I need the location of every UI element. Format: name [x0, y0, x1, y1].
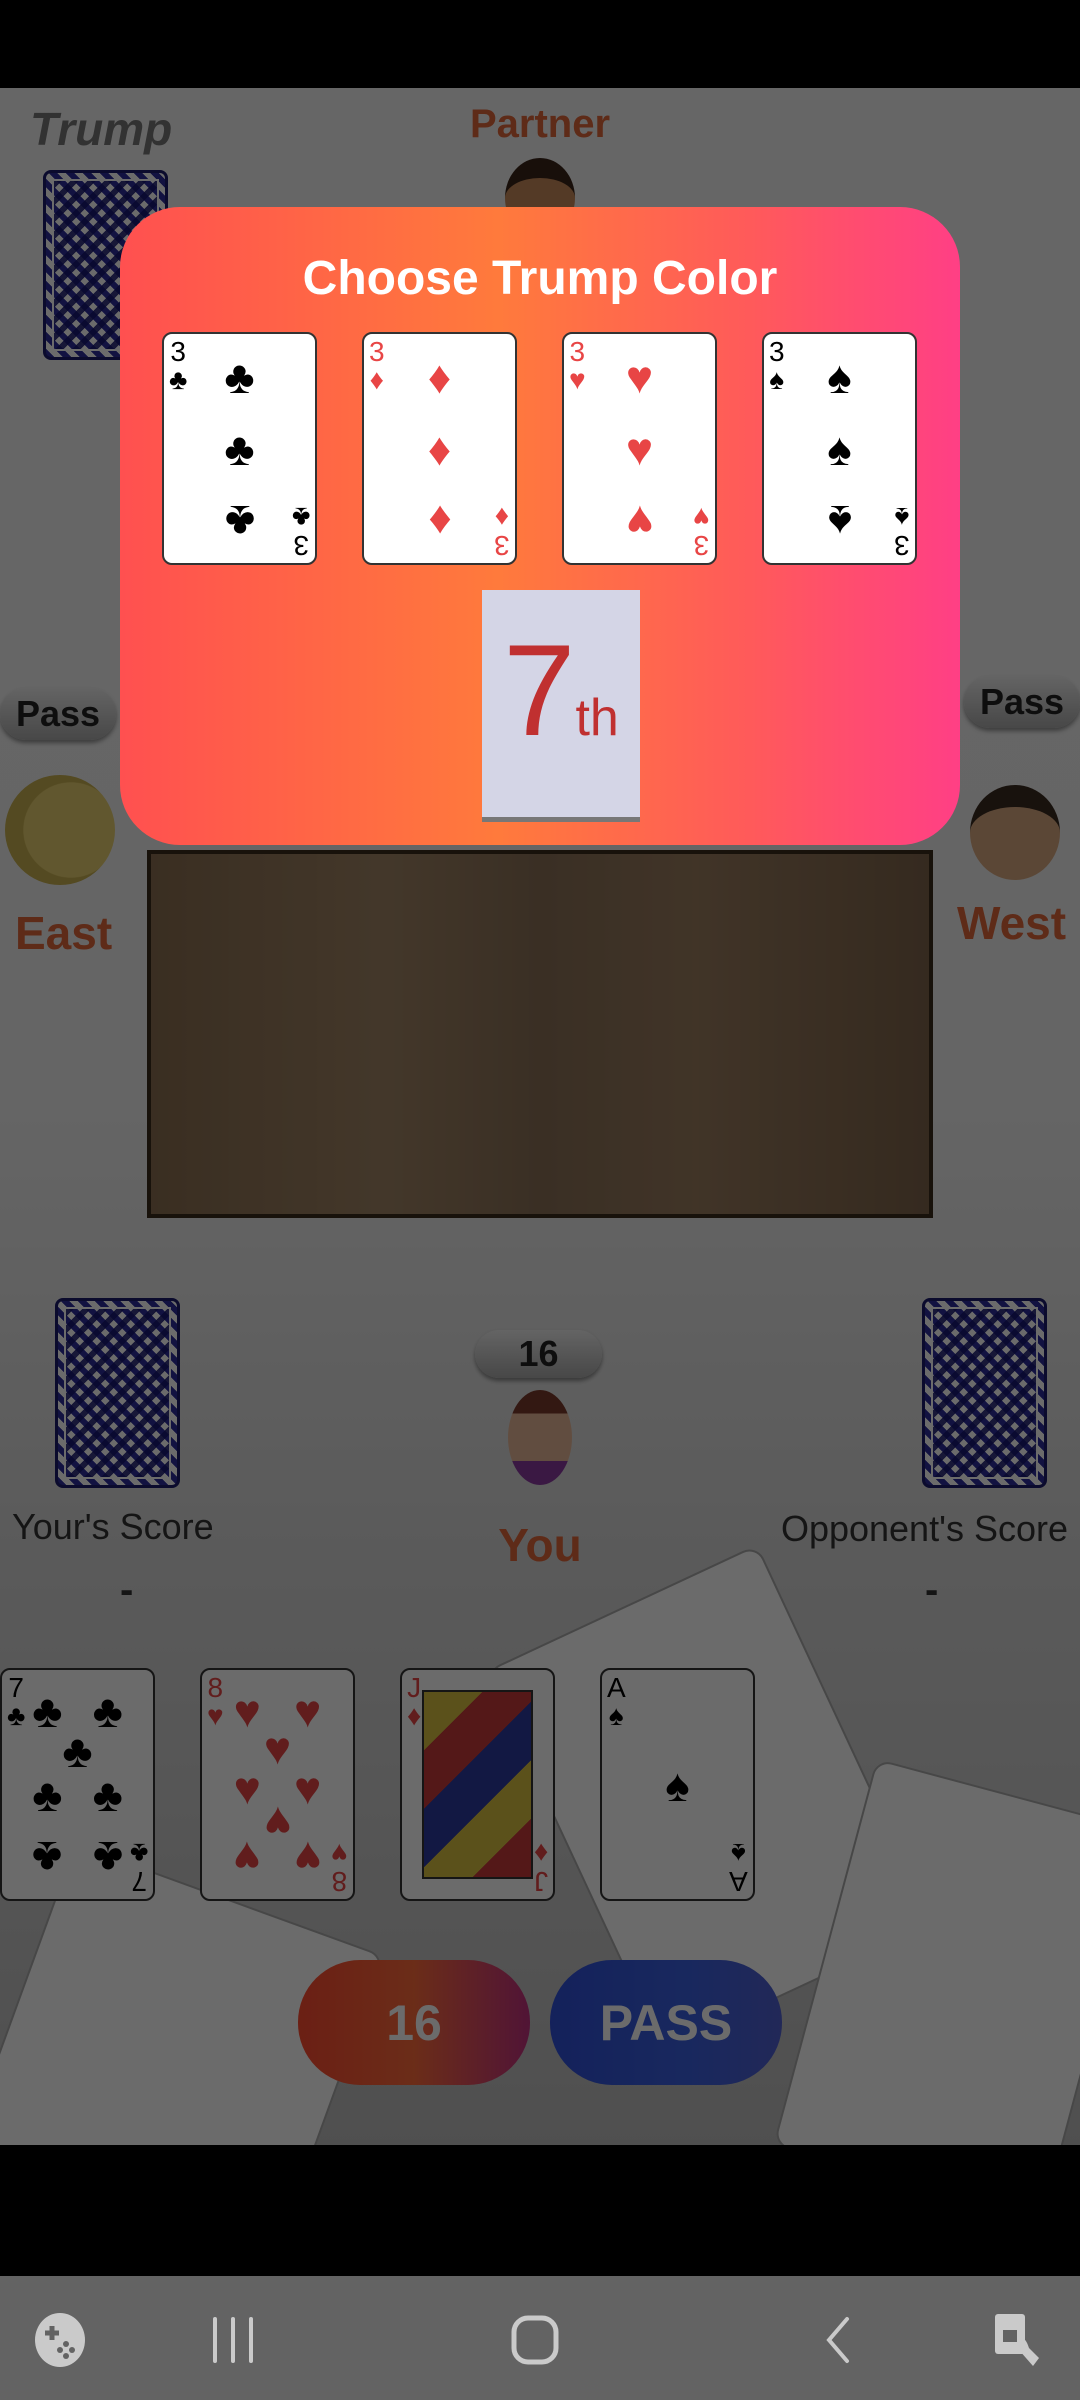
suit-pip: ♣: [92, 1685, 123, 1737]
pass-button[interactable]: PASS: [550, 1960, 782, 2085]
suit-pip: ♦: [427, 496, 452, 548]
west-avatar: [970, 785, 1060, 880]
suit-pip: ♠: [665, 1759, 690, 1811]
suit-pip: ♥: [625, 423, 654, 475]
card-rank-corner-inverted: 3 ♣: [291, 502, 310, 561]
play-table: [147, 850, 933, 1218]
game-controller-icon[interactable]: [30, 2310, 90, 2370]
suit-pip: ♥: [294, 1685, 322, 1737]
suit-pip: ♦: [427, 423, 452, 475]
west-label: West: [957, 897, 1067, 949]
trump-option-clubs[interactable]: 3 ♣ 3 ♣ ♣ ♣ ♣: [162, 332, 317, 565]
suit-pip: ♥: [263, 1797, 292, 1849]
card-rank-corner-inverted: A ♠: [729, 1838, 748, 1897]
card-rank-corner: 3 ♦: [369, 336, 385, 395]
trump-option-diamonds[interactable]: 3 ♦ 3 ♦ ♦ ♦ ♦: [362, 332, 517, 565]
suit-pip: ♣: [32, 1832, 63, 1884]
dialog-title: Choose Trump Color: [302, 252, 778, 305]
card-rank-corner: 7 ♣: [7, 1672, 26, 1731]
suit-pip: ♣: [224, 351, 255, 403]
recent-apps-icon[interactable]: [203, 2310, 263, 2370]
card-rank-corner-inverted: 7 ♣: [129, 1838, 148, 1897]
trump-option-spades[interactable]: 3 ♠ 3 ♠ ♠ ♠ ♠: [762, 332, 917, 565]
card-rank-corner-inverted: J ♦: [533, 1838, 548, 1897]
hand-card-7-clubs[interactable]: 7 ♣ 7 ♣ ♣ ♣ ♣ ♣ ♣ ♣ ♣: [0, 1668, 155, 1901]
suit-pip: ♣: [224, 423, 255, 475]
opponent-score-value: -: [925, 1568, 939, 1612]
card-rank-corner-inverted: 3 ♠: [894, 502, 910, 561]
card-rank-corner-inverted: 3 ♦: [494, 502, 510, 561]
home-icon[interactable]: [505, 2310, 565, 2370]
jack-face-art: [422, 1690, 533, 1879]
suit-pip: ♥: [263, 1722, 292, 1774]
card-rank-corner: 3 ♠: [769, 336, 785, 395]
you-label: You: [498, 1519, 582, 1571]
suit-pip: ♥: [294, 1762, 322, 1814]
card-rank-corner: A ♠: [607, 1672, 626, 1731]
position-suffix: th: [575, 689, 619, 747]
trump-label: Trump: [30, 103, 173, 155]
current-bid-badge: 16: [475, 1330, 602, 1378]
suit-pip: ♥: [625, 496, 654, 548]
your-score-value: -: [120, 1568, 134, 1612]
you-avatar: [508, 1390, 572, 1485]
suit-pip: ♦: [427, 351, 452, 403]
suit-pip: ♣: [32, 1685, 63, 1737]
your-score-label: Your's Score: [12, 1506, 214, 1547]
bid-position-indicator: 7th: [482, 590, 640, 822]
suit-pip: ♠: [827, 423, 852, 475]
suit-pip: ♣: [92, 1832, 123, 1884]
suit-pip: ♠: [827, 496, 852, 548]
card-rank-corner: 3 ♣: [169, 336, 188, 395]
position-number: 7: [503, 617, 576, 763]
trump-option-hearts[interactable]: 3 ♥ 3 ♥ ♥ ♥ ♥: [562, 332, 717, 565]
suit-pip: ♣: [92, 1769, 123, 1821]
suit-pip: ♥: [294, 1832, 322, 1884]
back-icon[interactable]: [808, 2310, 868, 2370]
suit-pip: ♣: [32, 1769, 63, 1821]
suit-pip: ♥: [625, 351, 654, 403]
hand-card-8-hearts[interactable]: 8 ♥ 8 ♥ ♥ ♥ ♥ ♥ ♥ ♥ ♥ ♥: [200, 1668, 355, 1901]
card-rank-corner: 3 ♥: [569, 336, 586, 395]
hand-card-jack-diamonds[interactable]: J ♦ J ♦: [400, 1668, 555, 1901]
card-rank-corner-inverted: 8 ♥: [331, 1838, 348, 1897]
suit-pip: ♣: [62, 1725, 93, 1777]
opponent-score-label: Opponent's Score: [780, 1508, 1068, 1549]
bid-button[interactable]: 16: [298, 1960, 530, 2085]
your-pile-card-back: [55, 1298, 180, 1488]
card-rank-corner: J ♦: [407, 1672, 422, 1731]
suit-pip: ♥: [233, 1685, 261, 1737]
card-rank-corner: 8 ♥: [207, 1672, 224, 1731]
opponent-pile-card-back: [922, 1298, 1047, 1488]
choose-trump-dialog: Choose Trump Color 3 ♣ 3 ♣ ♣ ♣ ♣ 3 ♦ 3 ♦ ♦ ♦ ♦ 3 ♥ 3 ♥ ♥ ♥ ♥…: [120, 207, 960, 845]
suit-pip: ♥: [233, 1762, 261, 1814]
touch-lock-icon[interactable]: [988, 2310, 1048, 2370]
hand-card-ace-spades[interactable]: A ♠ A ♠ ♠: [600, 1668, 755, 1901]
west-status-badge: Pass: [964, 676, 1080, 728]
east-avatar: [5, 775, 115, 885]
status-bar: [0, 0, 1080, 88]
suit-pip: ♣: [224, 496, 255, 548]
card-rank-corner-inverted: 3 ♥: [693, 502, 710, 561]
suit-pip: ♥: [233, 1832, 261, 1884]
east-label: East: [15, 907, 113, 959]
east-status-badge: Pass: [0, 688, 116, 740]
suit-pip: ♠: [827, 351, 852, 403]
black-bar: [0, 2145, 1080, 2276]
